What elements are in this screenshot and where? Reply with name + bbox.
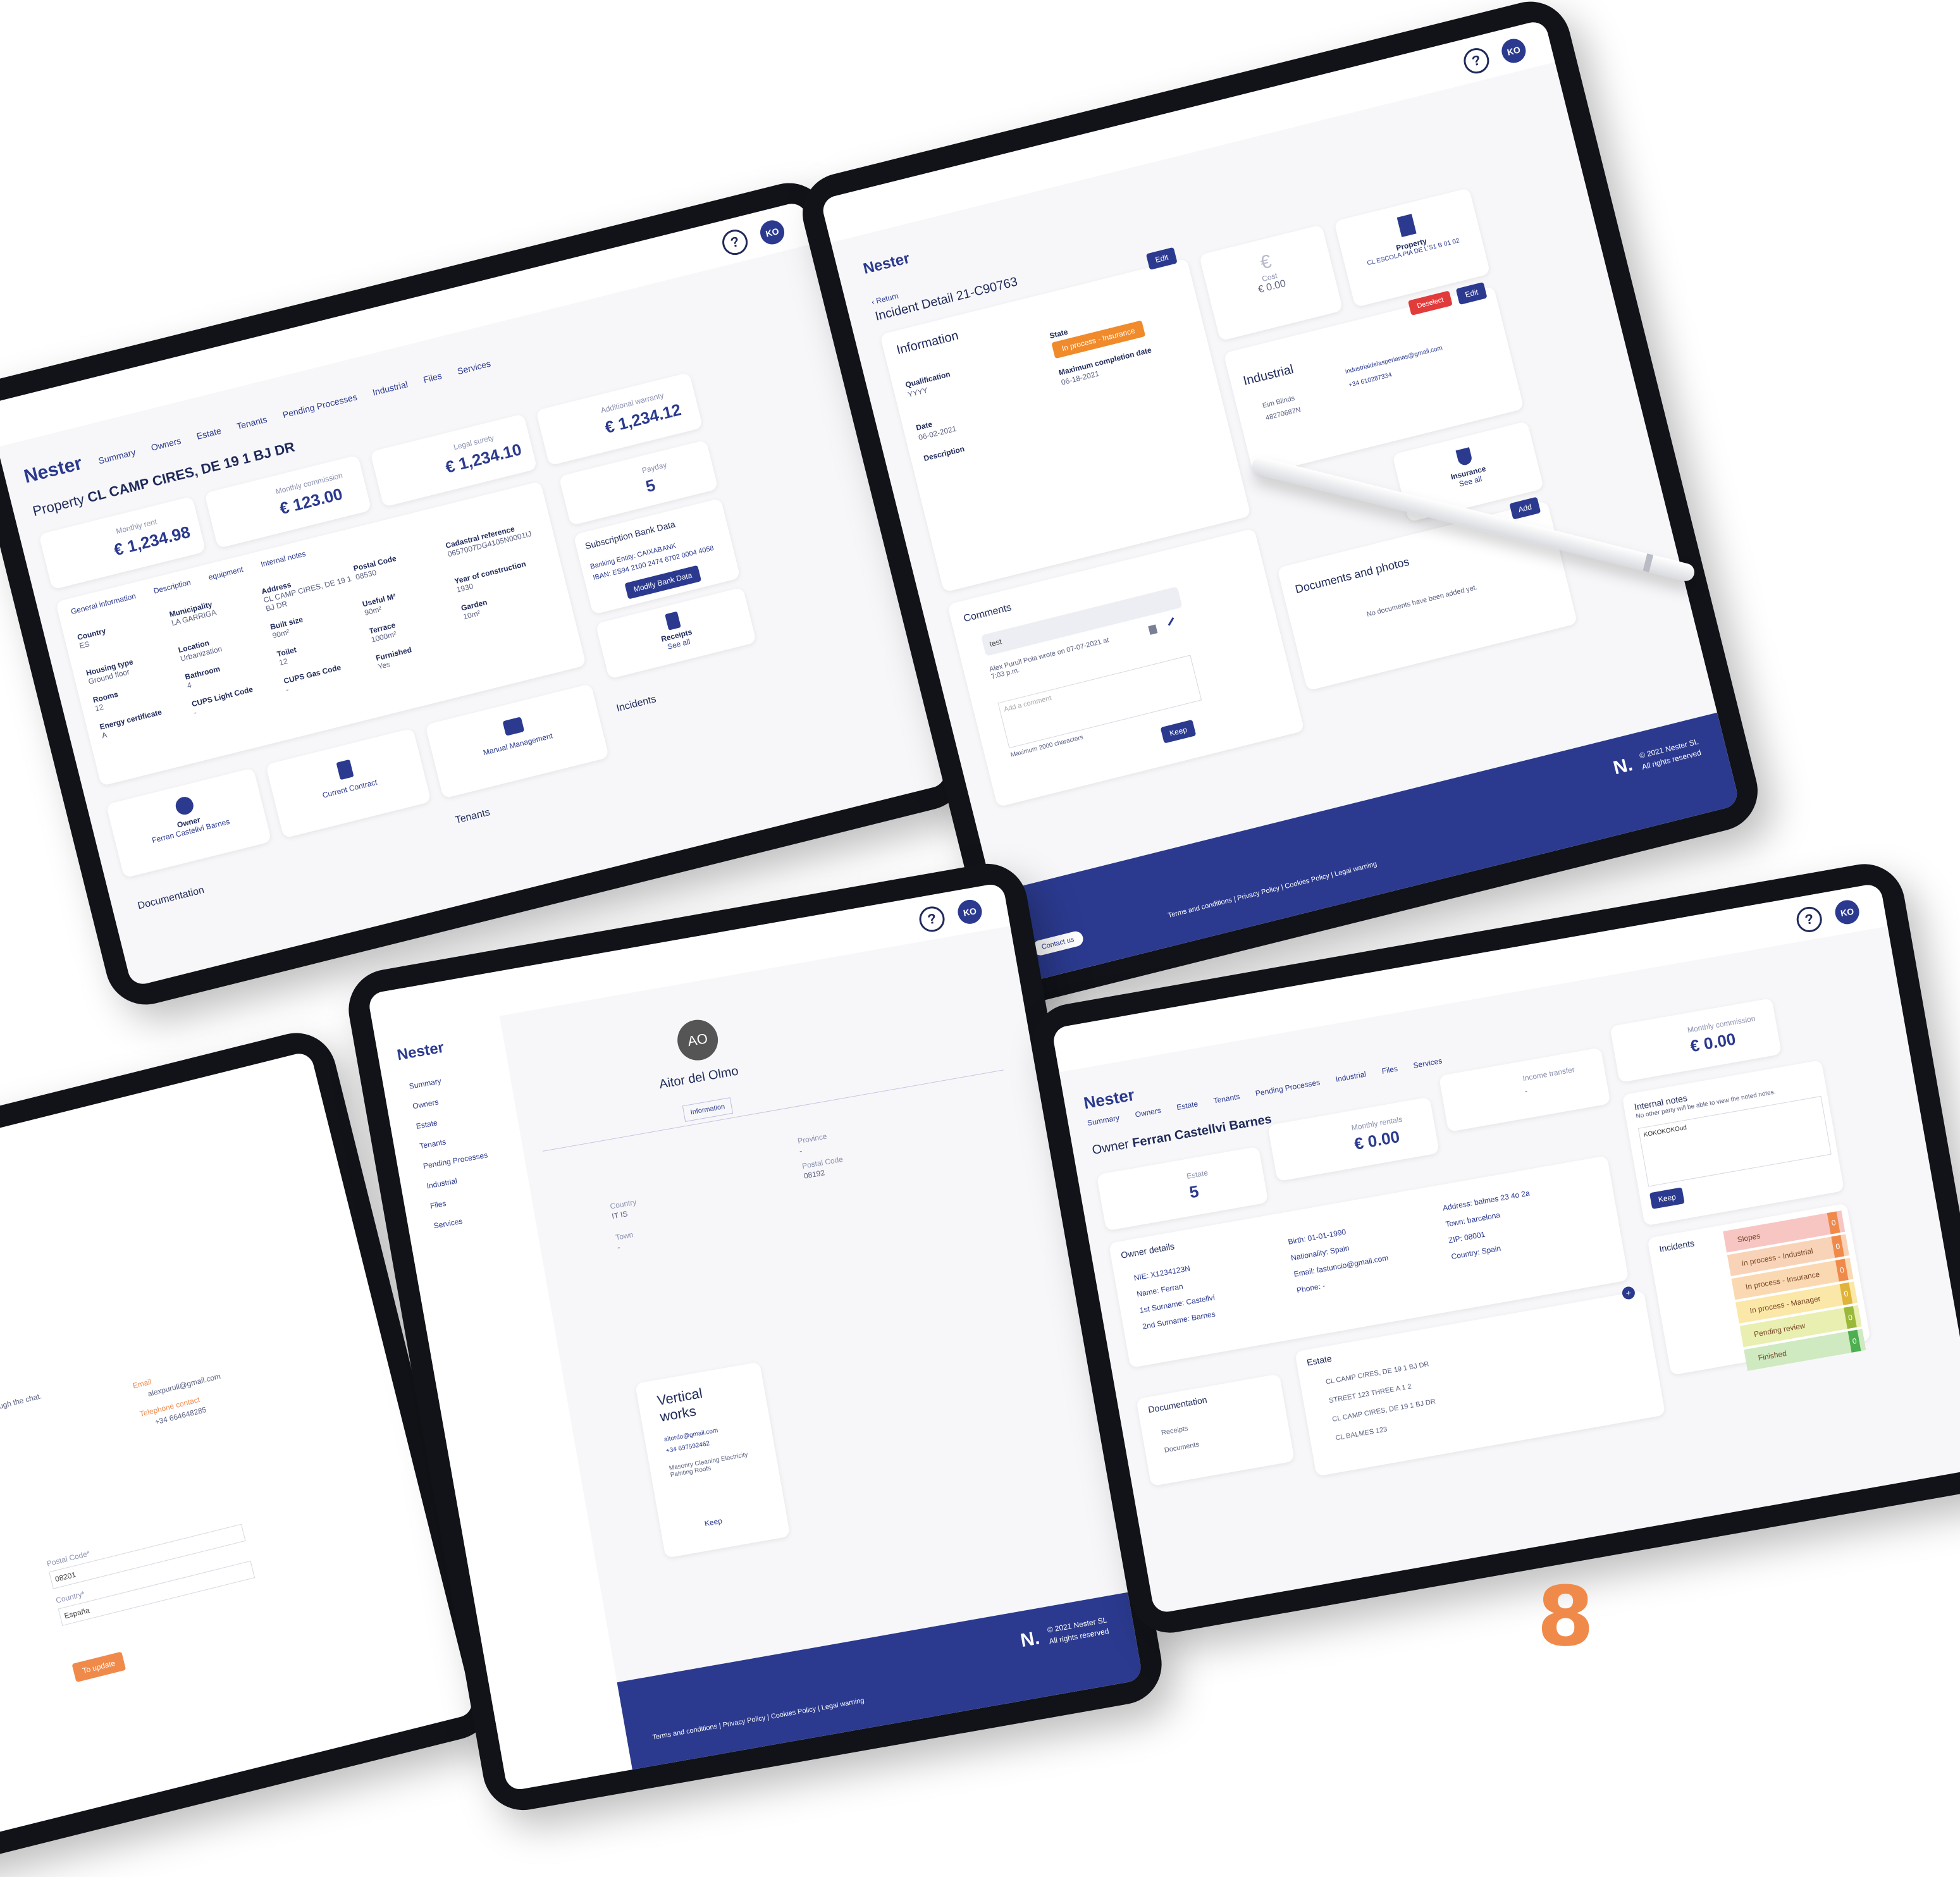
logo[interactable]: Nester [396, 1028, 505, 1064]
profile-avatar: AO [674, 1016, 722, 1064]
owner-screen: ? KO Nester Summary Owners Estate Tenant… [1051, 882, 1960, 1615]
income-card: Income transfer - [1438, 1047, 1611, 1133]
avatar[interactable]: KO [956, 897, 984, 926]
nav-estate[interactable]: Estate [1176, 1099, 1199, 1112]
documentation-heading: Documentation [137, 884, 206, 912]
avatar[interactable]: KO [1499, 36, 1529, 66]
profile-name: Aitor del Olmo [658, 1064, 740, 1092]
logo[interactable]: Nester [861, 250, 911, 278]
logo[interactable]: Nester [1082, 1085, 1136, 1114]
tab-internal-notes[interactable]: Internal notes [260, 549, 307, 569]
footer-logo: N. [1019, 1627, 1042, 1652]
nav-summary[interactable]: Summary [1087, 1113, 1120, 1128]
keep-button[interactable]: Keep [1649, 1187, 1685, 1209]
update-button[interactable]: To update [71, 1651, 126, 1683]
tablet-owner: ? KO Nester Summary Owners Estate Tenant… [1026, 858, 1960, 1639]
nav-services[interactable]: Services [456, 359, 491, 377]
nav-tenants[interactable]: Tenants [235, 414, 268, 431]
tab-general[interactable]: General information [70, 591, 137, 616]
footer: N. © 2021 Nester SL All rights reserved … [617, 1592, 1143, 1770]
nav-summary[interactable]: Summary [97, 447, 137, 466]
help-icon[interactable]: ? [719, 226, 751, 258]
tab-description[interactable]: Description [152, 578, 192, 596]
incident-list: Slopes 0 In process - Industrial 0 In pr… [1723, 1210, 1866, 1374]
documentation-card: Documentation Receipts Documents [1136, 1374, 1295, 1487]
doc-link-receipts[interactable]: Receipts [1161, 1425, 1188, 1437]
help-icon[interactable]: ? [917, 904, 947, 934]
nav-owners[interactable]: Owners [150, 436, 182, 453]
help-icon[interactable]: ? [1794, 904, 1824, 935]
tablet-industrial: ? KO Nester Summary Owners Estate Tenant… [342, 857, 1168, 1817]
nav-pending[interactable]: Pending Processes [1255, 1078, 1321, 1098]
monthly-rentals-card: Monthly rentals € 0.00 [1267, 1097, 1439, 1182]
shield-icon [1455, 447, 1474, 467]
nav-industrial[interactable]: Industrial [1335, 1069, 1367, 1083]
service-card: Vertical works aitordo@gmail.com +34 697… [634, 1362, 791, 1558]
incidents-heading: Incidents [615, 694, 658, 715]
add-button[interactable]: Add [1508, 496, 1541, 520]
avatar[interactable]: KO [1833, 898, 1861, 926]
help-icon[interactable]: ? [1461, 45, 1492, 77]
contract-icon [336, 759, 354, 780]
industrial-screen: ? KO Nester Summary Owners Estate Tenant… [367, 882, 1143, 1792]
nav-estate[interactable]: Estate [195, 426, 222, 441]
footer-links[interactable]: Terms and conditions | Privacy Policy | … [1168, 860, 1378, 920]
nav-industrial[interactable]: Industrial [371, 379, 409, 397]
logo[interactable]: Nester [22, 453, 85, 488]
tenants-heading: Tenants [454, 806, 491, 826]
nav-services[interactable]: Services [1413, 1056, 1443, 1070]
internal-notes-card: Internal notes No other party will be ab… [1622, 1060, 1845, 1226]
owner-icon [173, 795, 195, 817]
nav-owners[interactable]: Owners [1135, 1106, 1162, 1119]
edit-industrial-button[interactable]: Edit [1455, 281, 1488, 305]
doc-link-documents[interactable]: Documents [1164, 1441, 1200, 1454]
tab-equipment[interactable]: equipment [207, 565, 244, 582]
nav-tenants[interactable]: Tenants [1213, 1092, 1241, 1105]
sidebar-item-services[interactable]: Services [433, 1204, 534, 1231]
pencil-icon[interactable] [1168, 617, 1174, 626]
incident-screen: ? KO Nester ‹ Return Incident Detail 21-… [820, 19, 1741, 985]
monthly-commission-card: Monthly commission € 0.00 [1610, 998, 1782, 1083]
manual-card[interactable]: Manual Management [425, 684, 610, 799]
briefcase-icon [502, 717, 525, 736]
avatar[interactable]: KO [758, 218, 787, 247]
trash-icon[interactable] [1148, 624, 1158, 635]
cost-card: € Cost € 0.00 [1199, 225, 1343, 342]
deselect-button[interactable]: Deselect [1408, 290, 1453, 316]
owner-card[interactable]: Owner Ferran Castellví Barnes [106, 768, 272, 878]
footer-logo: N. [1611, 754, 1635, 779]
property-screen: ? KO Nester Summary Owners Estate Tenant… [0, 200, 949, 987]
keep-link[interactable]: Keep [704, 1517, 723, 1529]
nav-files[interactable]: Files [1381, 1064, 1398, 1076]
keep-button[interactable]: Keep [1160, 719, 1197, 744]
nav-files[interactable]: Files [422, 371, 443, 385]
estate-count-card: Estate 5 [1096, 1146, 1269, 1231]
edit-button[interactable]: Edit [1146, 247, 1178, 270]
receipt-icon [665, 611, 681, 631]
footer-links[interactable]: Terms and conditions | Privacy Policy | … [652, 1697, 865, 1742]
list-item[interactable]: CL BALMES 123 [1335, 1425, 1388, 1442]
nav-pending[interactable]: Pending Processes [281, 391, 358, 420]
incidents-card: Incidents Slopes 0 In process - Industri… [1647, 1203, 1871, 1375]
list-item[interactable]: CL CAMP CIRES, DE 19 1 BJ DR [1325, 1360, 1429, 1386]
page-number: 8 [1537, 1568, 1594, 1665]
divider [542, 1069, 1004, 1152]
contract-card[interactable]: Current Contract [265, 728, 431, 839]
contact-button[interactable]: Contact us [1031, 930, 1085, 957]
tablet-incident: ? KO Nester ‹ Return Incident Detail 21-… [794, 0, 1766, 1011]
building-icon [1396, 214, 1417, 238]
add-estate-icon[interactable]: + [1621, 1285, 1636, 1301]
list-item[interactable]: STREET 123 THREE A 1 2 [1328, 1382, 1412, 1405]
